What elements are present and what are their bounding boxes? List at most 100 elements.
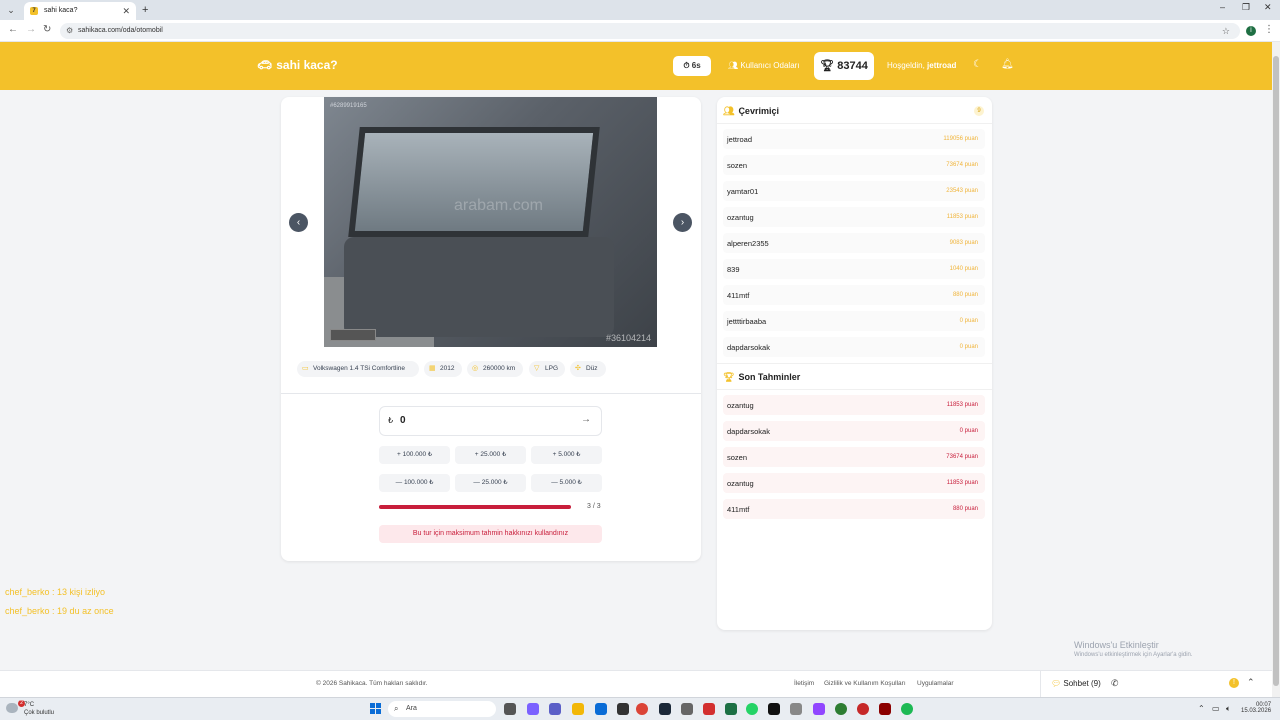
warning-icon[interactable]: !: [1229, 678, 1239, 688]
score-badge: 🏆︎ 83744: [814, 52, 874, 80]
spec-label: 260000 km: [483, 365, 516, 372]
site-info-icon[interactable]: ⚙: [66, 23, 73, 39]
add-100000-button[interactable]: + 100.000 ₺: [379, 446, 450, 464]
volume-icon[interactable]: 🔈︎: [1226, 704, 1231, 714]
submit-arrow-icon[interactable]: →: [581, 414, 591, 425]
browser-tab[interactable]: 7 sahi kaca? ✕: [24, 2, 136, 20]
app-icon[interactable]: [681, 703, 693, 715]
excel-icon[interactable]: [725, 703, 737, 715]
page-scrollbar[interactable]: [1272, 42, 1280, 697]
chrome-profile-icon[interactable]: [835, 703, 847, 715]
reload-icon[interactable]: ↻: [43, 24, 51, 35]
dark-mode-moon-icon[interactable]: ☾: [973, 59, 982, 70]
tab-search-icon[interactable]: ⌄: [4, 3, 18, 17]
clock[interactable]: 00:07 15.03.2026: [1241, 702, 1271, 714]
brand-name: sahi kaca?: [276, 58, 338, 72]
online-title: 👥︎ Çevrimiçi: [723, 106, 779, 117]
chat-bar[interactable]: 💬︎ Sohbet (9) ✆ ! ⌃: [1040, 671, 1272, 698]
contact-link[interactable]: İletişim: [794, 680, 814, 687]
twitch-icon[interactable]: [813, 703, 825, 715]
site-logo[interactable]: 🚗︎ sahi kaca?: [257, 58, 338, 72]
lira-icon: ₺: [388, 416, 394, 425]
address-bar[interactable]: ⚙ sahikaca.com/oda/otomobil ☆: [60, 23, 1240, 39]
store-icon[interactable]: [617, 703, 629, 715]
weather-badge: 2: [18, 700, 25, 707]
windows-start-icon[interactable]: [370, 703, 382, 715]
welcome-text: Hoşgeldin, jettroad: [887, 61, 956, 70]
privacy-terms-link[interactable]: Gizlilik ve Kullanım Koşulları: [824, 680, 906, 687]
price-guess-input[interactable]: ₺ 0 →: [379, 406, 602, 436]
youtube-icon[interactable]: [703, 703, 715, 715]
player-points: 0 puan: [959, 318, 978, 324]
browser-toolbar: ← → ↻ ⚙ sahikaca.com/oda/otomobil ☆: [0, 20, 1280, 42]
weather-desc: Çok bulutlu: [24, 710, 55, 716]
site-favicon-icon: 7: [30, 7, 38, 15]
app-icon[interactable]: [879, 703, 891, 715]
task-view-icon[interactable]: [504, 703, 516, 715]
online-user-row: 839 1040 puan: [723, 259, 985, 279]
profile-avatar[interactable]: İ: [1246, 26, 1256, 36]
whatsapp-icon[interactable]: [746, 703, 758, 715]
player-name: sozen: [727, 453, 748, 462]
notification-bell-icon[interactable]: 🔔︎: [1001, 59, 1014, 70]
cloud-icon: [6, 703, 18, 713]
file-explorer-icon[interactable]: [572, 703, 584, 715]
overlay-user: chef_berko: [5, 606, 50, 616]
network-icon[interactable]: ▭: [1212, 704, 1220, 713]
spotify-icon[interactable]: [901, 703, 913, 715]
online-user-row: ozantug 11853 puan: [723, 207, 985, 227]
phone-icon[interactable]: ✆: [1111, 678, 1119, 689]
back-icon[interactable]: ←: [8, 24, 18, 35]
restore-window-icon[interactable]: ❐: [1242, 2, 1250, 13]
chevron-up-icon[interactable]: ⌃: [1247, 677, 1255, 688]
player-points: 73674 puan: [946, 162, 978, 168]
windows-activation-watermark: Windows'u Etkinleştir Windows'u etkinleş…: [1074, 640, 1193, 658]
weather-widget[interactable]: 2 7°C Çok bulutlu: [4, 700, 55, 717]
prev-photo-button[interactable]: ‹: [289, 213, 308, 232]
spec-mileage: ◎ 260000 km: [467, 361, 523, 377]
new-tab-icon[interactable]: +: [142, 3, 148, 17]
subtract-5000-button[interactable]: — 5.000 ₺: [531, 474, 602, 492]
spec-label: LPG: [545, 365, 559, 372]
guess-value[interactable]: 0: [400, 415, 406, 426]
url-text: sahikaca.com/oda/otomobil: [78, 27, 163, 34]
player-points: 119056 puan: [943, 136, 978, 142]
overlay-user: chef_berko: [5, 587, 50, 597]
user-rooms-link[interactable]: 👥︎ Kullanıcı Odaları: [728, 61, 800, 70]
edge-icon[interactable]: [595, 703, 607, 715]
scrollbar-thumb[interactable]: [1273, 56, 1279, 686]
subtract-100000-button[interactable]: — 100.000 ₺: [379, 474, 450, 492]
teams-icon[interactable]: [549, 703, 561, 715]
next-photo-button[interactable]: ›: [673, 213, 692, 232]
capcut-icon[interactable]: [768, 703, 780, 715]
player-name: ozantug: [727, 479, 754, 488]
add-5000-button[interactable]: + 5.000 ₺: [531, 446, 602, 464]
app-icon[interactable]: [790, 703, 802, 715]
chrome-profile-icon[interactable]: [857, 703, 869, 715]
close-tab-icon[interactable]: ✕: [122, 2, 130, 20]
forward-icon[interactable]: →: [26, 24, 36, 35]
dealer-badge: [330, 329, 376, 341]
chat-button[interactable]: 💬︎ Sohbet (9): [1051, 679, 1101, 688]
spec-label: Düz: [586, 365, 598, 372]
minimize-window-icon[interactable]: –: [1220, 2, 1225, 12]
apps-link[interactable]: Uygulamalar: [917, 680, 954, 687]
username[interactable]: jettroad: [927, 61, 956, 70]
player-points: 11853 puan: [946, 402, 978, 408]
tray-overflow-icon[interactable]: ⌃: [1198, 704, 1205, 713]
chrome-icon[interactable]: [636, 703, 648, 715]
copilot-icon[interactable]: [527, 703, 539, 715]
subtract-25000-button[interactable]: — 25.000 ₺: [455, 474, 526, 492]
taskbar-search[interactable]: ⌕ Ara: [388, 701, 496, 717]
player-name: 411mtf: [727, 291, 750, 300]
steam-icon[interactable]: [659, 703, 671, 715]
add-25000-button[interactable]: + 25.000 ₺: [455, 446, 526, 464]
search-icon: ⌕: [394, 704, 399, 713]
browser-menu-icon[interactable]: ⋮: [1264, 24, 1274, 35]
close-window-icon[interactable]: ✕: [1264, 2, 1272, 13]
step-label: 25.000 ₺: [480, 451, 507, 458]
recent-guess-row: ozantug 11853 puan: [723, 473, 985, 493]
player-name: ozantug: [727, 213, 754, 222]
bookmark-star-icon[interactable]: ☆: [1222, 23, 1230, 39]
browser-tab-strip: ⌄ 7 sahi kaca? ✕ + – ❐ ✕: [0, 0, 1280, 20]
